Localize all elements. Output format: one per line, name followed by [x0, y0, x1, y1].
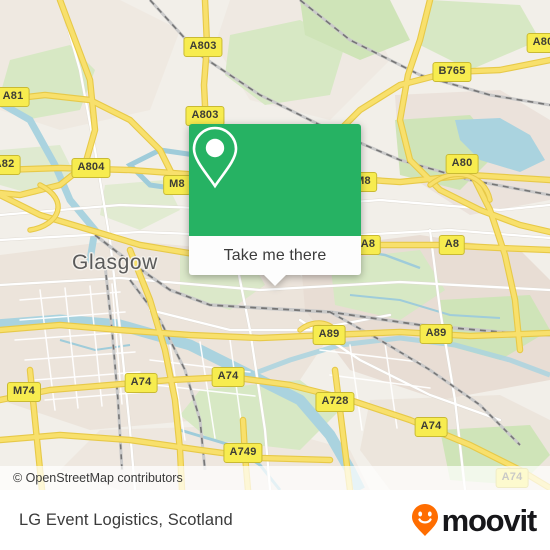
road-shield: A803 — [185, 106, 225, 126]
road-shield: A8 — [438, 235, 466, 255]
road-shield: M8 — [163, 175, 191, 195]
popup-pointer — [264, 275, 286, 286]
road-shield: A728 — [315, 392, 355, 412]
attribution-text: © OpenStreetMap contributors — [13, 471, 183, 485]
location-popup[interactable]: Take me there — [189, 124, 361, 286]
city-label-glasgow: Glasgow — [72, 251, 158, 274]
road-shield: A81 — [0, 87, 30, 107]
road-shield: A804 — [71, 158, 111, 178]
road-shield: B765 — [432, 62, 472, 82]
road-shield: A74 — [124, 373, 158, 393]
road-shield: A89 — [419, 324, 453, 344]
place-title: LG Event Logistics, Scotland — [19, 510, 233, 529]
moovit-wordmark: moovit — [441, 502, 538, 538]
map-page: .green { fill:#d7e8c4; } .green2 { fill:… — [0, 0, 550, 550]
moovit-smiley-pin-icon — [411, 504, 438, 536]
road-shield: A803 — [183, 37, 223, 57]
road-shield: M74 — [7, 382, 41, 402]
map-pin-icon — [192, 126, 238, 189]
road-shield: A749 — [223, 443, 263, 463]
take-me-there-label: Take me there — [223, 246, 327, 264]
road-shield: A80 — [526, 33, 550, 53]
footer-bar: LG Event Logistics, Scotland moovit — [0, 490, 550, 550]
moovit-logo[interactable]: moovit — [411, 502, 538, 538]
road-shield: A74 — [211, 367, 245, 387]
road-shield: A82 — [0, 155, 21, 175]
take-me-there-button[interactable]: Take me there — [189, 236, 361, 286]
road-shield: A80 — [445, 154, 479, 174]
road-shield: A74 — [414, 417, 448, 437]
road-shield: A89 — [312, 325, 346, 345]
map-canvas[interactable]: .green { fill:#d7e8c4; } .green2 { fill:… — [0, 0, 550, 490]
map-attribution: © OpenStreetMap contributors — [0, 466, 550, 490]
popup-header — [189, 124, 361, 236]
